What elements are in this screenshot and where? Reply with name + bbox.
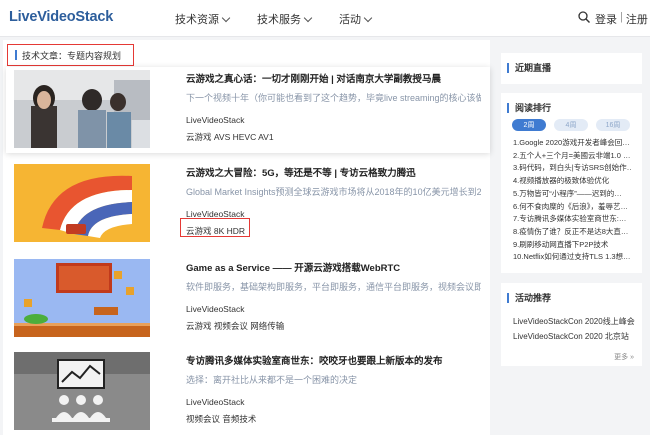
article-summary: Global Market Insights预测全球云游戏市场将从2018年的1…: [186, 187, 481, 197]
article-thumbnail[interactable]: [14, 259, 150, 337]
sidebar-ranking-panel: 阅读排行 2周 4周 16周 1.Google 2020游戏开发者峰会回… 2.…: [501, 93, 642, 273]
ranking-item[interactable]: 2.五个人+三个月=美國云非端1.0 …: [513, 150, 631, 163]
event-item[interactable]: LiveVideoStackCon 2020 北京站: [513, 329, 637, 344]
divider: |: [620, 11, 623, 23]
ranking-item[interactable]: 6.何不食肉糜的《后浪》，羞辱艺…: [513, 201, 631, 214]
tab-2-weeks[interactable]: 2周: [512, 119, 546, 131]
article-thumbnail[interactable]: [14, 164, 150, 242]
article-tags[interactable]: 云游戏 视频会议 网络传输: [186, 320, 284, 332]
section-marker: [507, 292, 509, 303]
article-title[interactable]: 云游戏之真心话：一切才刚刚开始 | 对话南京大学副教授马晨: [186, 71, 441, 85]
panel-title: 阅读排行: [515, 103, 552, 113]
tab-4-weeks[interactable]: 4周: [554, 119, 588, 131]
article-card[interactable]: 云游戏之真心话：一切才刚刚开始 | 对话南京大学副教授马晨 下一个视频十年（你可…: [6, 67, 490, 153]
panel-title: 活动推荐: [515, 293, 552, 303]
article-title[interactable]: 专访腾讯多媒体实验室商世东：咬咬牙也要跟上新版本的发布: [186, 353, 443, 367]
article-list-panel: 技术文章：专题内容规划 云游戏之真心话：一切才刚刚开始 | 对话南京大学副教授马…: [3, 40, 490, 435]
ranking-item[interactable]: 9.刷刷移动网直播下P2P技术: [513, 239, 631, 252]
site-logo[interactable]: LiveVideoStack: [9, 9, 113, 25]
nav-label: 技术资源: [175, 14, 219, 26]
login-link[interactable]: 登录: [595, 11, 617, 27]
article-summary: 下一个视频十年（你可能也看到了这个趋势，毕竟live streaming的核心该…: [186, 93, 481, 103]
ranking-item[interactable]: 4.视频播放器的极致体验优化: [513, 175, 631, 188]
article-title[interactable]: Game as a Service —— 开源云游戏搭载WebRTC: [186, 260, 400, 274]
tab-16-weeks[interactable]: 16周: [596, 119, 630, 131]
panel-title: 近期直播: [515, 63, 552, 73]
ranking-tabs: 2周 4周 16周: [512, 119, 630, 131]
nav-label: 活动: [339, 14, 361, 26]
article-title[interactable]: 云游戏之大冒险：5G，等还是不等 | 专访云格致力腾迅: [186, 165, 416, 179]
nav-item-tech-resources[interactable]: 技术资源: [175, 11, 231, 27]
ranking-item[interactable]: 10.Netflix如何通过支持TLS 1.3想…: [513, 251, 631, 264]
event-item[interactable]: LiveVideoStackCon 2020线上峰会: [513, 314, 637, 329]
article-summary: 软件即服务，基础架构即服务，平台即服务，通信平台即服务，视频会议即服: [186, 282, 481, 292]
article-source[interactable]: LiveVideoStack: [186, 115, 244, 125]
nav-item-tech-services[interactable]: 技术服务: [257, 11, 313, 27]
article-tags[interactable]: 云游戏 8K HDR: [186, 225, 245, 237]
search-icon[interactable]: [578, 11, 590, 23]
more-link[interactable]: 更多 »: [614, 352, 634, 362]
breadcrumb: 技术文章：专题内容规划: [7, 44, 134, 66]
section-marker: [507, 62, 509, 73]
article-thumbnail[interactable]: [14, 352, 150, 430]
article-summary: 选择：离开社比从来都不是一个困难的决定: [186, 375, 358, 385]
chevron-down-icon: [303, 13, 313, 22]
sidebar-events-panel: 活动推荐 LiveVideoStackCon 2020线上峰会 LiveVide…: [501, 283, 642, 366]
nav-item-events[interactable]: 活动: [339, 11, 373, 27]
article-thumbnail[interactable]: [14, 70, 150, 148]
nav-label: 技术服务: [257, 14, 301, 26]
article-source[interactable]: LiveVideoStack: [186, 397, 244, 407]
main-nav: 技术资源 技术服务 活动: [175, 11, 373, 27]
article-card[interactable]: 专访腾讯多媒体实验室商世东：咬咬牙也要跟上新版本的发布 选择：离开社比从来都不是…: [6, 349, 490, 435]
section-marker: [15, 50, 17, 60]
article-tags[interactable]: 云游戏 AVS HEVC AV1: [186, 131, 274, 143]
chevron-down-icon: [363, 13, 373, 22]
article-source[interactable]: LiveVideoStack: [186, 304, 244, 314]
ranking-item[interactable]: 7.专访腾讯多媒体实验室商世东:…: [513, 213, 631, 226]
register-link[interactable]: 注册: [626, 11, 648, 27]
ranking-item[interactable]: 1.Google 2020游戏开发者峰会回…: [513, 137, 631, 150]
ranking-item[interactable]: 5.万物皆可“小程序”——迟到的…: [513, 188, 631, 201]
events-list: LiveVideoStackCon 2020线上峰会 LiveVideoStac…: [513, 314, 637, 344]
section-marker: [507, 102, 509, 113]
auth-links: 登录 | 注册: [595, 11, 648, 27]
panel-heading: 活动推荐: [507, 291, 551, 304]
ranking-item[interactable]: 3.码代码，到白头|专访SRS创始作…: [513, 162, 631, 175]
article-card[interactable]: 云游戏之大冒险：5G，等还是不等 | 专访云格致力腾迅 Global Marke…: [6, 161, 490, 247]
panel-heading: 近期直播: [507, 61, 551, 74]
article-card[interactable]: Game as a Service —— 开源云游戏搭载WebRTC 软件即服务…: [6, 256, 490, 342]
ranking-item[interactable]: 8.疫情伤了谁？反正不是达8大直…: [513, 226, 631, 239]
top-navbar: LiveVideoStack 技术资源 技术服务 活动 登录 | 注册: [0, 0, 650, 37]
chevron-down-icon: [221, 13, 231, 22]
ranking-list: 1.Google 2020游戏开发者峰会回… 2.五个人+三个月=美國云非端1.…: [513, 137, 631, 264]
panel-heading: 阅读排行: [507, 101, 551, 114]
article-tags[interactable]: 视频会议 音频技术: [186, 413, 256, 425]
breadcrumb-text: 技术文章：专题内容规划: [22, 50, 122, 61]
sidebar-live-panel: 近期直播: [501, 53, 642, 84]
